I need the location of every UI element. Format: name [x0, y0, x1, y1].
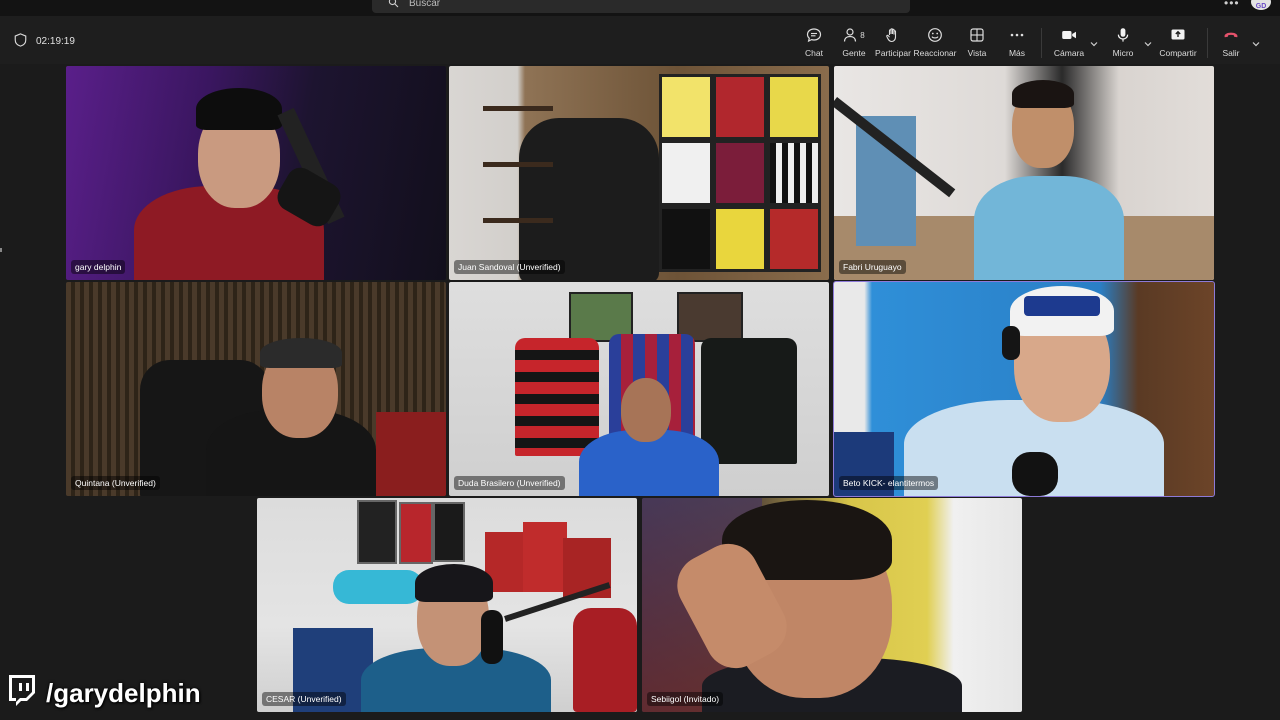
video-feed	[449, 66, 829, 280]
camera-label: Cámara	[1053, 48, 1085, 58]
video-tile-active-speaker[interactable]: Beto KICK- elantitermos	[833, 281, 1215, 497]
mic-label: Micro	[1112, 48, 1134, 58]
more-icon	[1007, 26, 1027, 44]
search-box[interactable]: Buscar	[372, 0, 910, 13]
twitch-handle-overlay: /garydelphin	[6, 673, 201, 714]
raise-hand-label: Participar	[875, 48, 911, 58]
video-tile[interactable]: Juan Sandoval (Unverified)	[449, 66, 829, 280]
people-icon: 8	[841, 26, 867, 44]
video-tile[interactable]: Quintana (Unverified)	[66, 282, 446, 496]
mic-button[interactable]: Micro	[1110, 26, 1136, 60]
view-label: Vista	[967, 48, 987, 58]
mic-options-chevron-down-icon[interactable]	[1143, 36, 1155, 48]
participant-name: Quintana (Unverified)	[71, 476, 160, 490]
view-button[interactable]: Vista	[966, 26, 988, 60]
video-tile[interactable]: Duda Brasilero (Unverified)	[449, 282, 829, 496]
meeting-timer: 02:19:19	[14, 33, 75, 50]
raise-hand-button[interactable]: Participar	[875, 26, 911, 60]
video-feed	[642, 498, 1022, 712]
participant-name: CESAR (Unverified)	[262, 692, 346, 706]
video-feed	[834, 66, 1214, 280]
participant-name: Juan Sandoval (Unverified)	[454, 260, 565, 274]
share-button[interactable]: Compartir	[1158, 26, 1198, 60]
camera-options-chevron-down-icon[interactable]	[1089, 36, 1101, 48]
more-options-icon[interactable]: •••	[1224, 0, 1240, 10]
leave-options-chevron-down-icon[interactable]	[1251, 36, 1263, 48]
toolbar-divider	[1207, 28, 1208, 58]
window-edge-marker	[0, 248, 2, 252]
people-label: Gente	[842, 48, 866, 58]
react-label: Reaccionar	[913, 48, 957, 58]
react-button[interactable]: Reaccionar	[913, 26, 957, 60]
hang-up-icon	[1221, 26, 1241, 44]
video-feed	[66, 282, 446, 496]
leave-label: Salir	[1222, 48, 1240, 58]
video-feed	[66, 66, 446, 280]
meeting-window: Buscar ••• GD 02:19:19 Chat 8 Gente Part…	[0, 0, 1280, 720]
search-placeholder: Buscar	[409, 0, 441, 9]
smiley-icon	[925, 26, 945, 44]
participant-name: Beto KICK- elantitermos	[839, 476, 939, 490]
camera-button[interactable]: Cámara	[1054, 26, 1084, 60]
video-tile[interactable]: CESAR (Unverified)	[257, 498, 637, 712]
title-bar: Buscar ••• GD	[0, 0, 1280, 16]
video-tile[interactable]: gary delphin	[66, 66, 446, 280]
video-feed	[257, 498, 637, 712]
participant-name: Sebiigol (Invitado)	[647, 692, 724, 706]
shield-icon	[14, 33, 27, 50]
microphone-icon	[1113, 26, 1133, 44]
grid-view-icon	[967, 26, 987, 44]
twitch-icon	[6, 673, 38, 714]
people-count: 8	[860, 30, 865, 40]
video-feed	[449, 282, 829, 496]
meeting-controls: 02:19:19 Chat 8 Gente Participar Reaccio…	[0, 16, 1280, 64]
chat-icon	[804, 26, 824, 44]
search-icon	[388, 0, 399, 11]
participant-name: Duda Brasilero (Unverified)	[454, 476, 565, 490]
chat-button[interactable]: Chat	[802, 26, 826, 60]
video-tile[interactable]: Sebiigol (Invitado)	[642, 498, 1022, 712]
elapsed-time: 02:19:19	[36, 36, 75, 47]
avatar[interactable]: GD	[1251, 0, 1271, 10]
more-button[interactable]: Más	[1006, 26, 1028, 60]
chat-label: Chat	[805, 48, 823, 58]
share-screen-icon	[1168, 26, 1188, 44]
video-tile[interactable]: Fabri Uruguayo	[834, 66, 1214, 280]
camera-icon	[1059, 26, 1079, 44]
hand-icon	[883, 26, 903, 44]
participant-name: gary delphin	[71, 260, 126, 274]
more-label: Más	[1008, 48, 1026, 58]
video-feed	[834, 282, 1214, 496]
share-label: Compartir	[1159, 48, 1197, 58]
twitch-handle: /garydelphin	[46, 677, 201, 708]
toolbar-divider	[1041, 28, 1042, 58]
participant-name: Fabri Uruguayo	[839, 260, 906, 274]
leave-button[interactable]: Salir	[1218, 26, 1244, 60]
people-button[interactable]: 8 Gente	[840, 26, 868, 60]
